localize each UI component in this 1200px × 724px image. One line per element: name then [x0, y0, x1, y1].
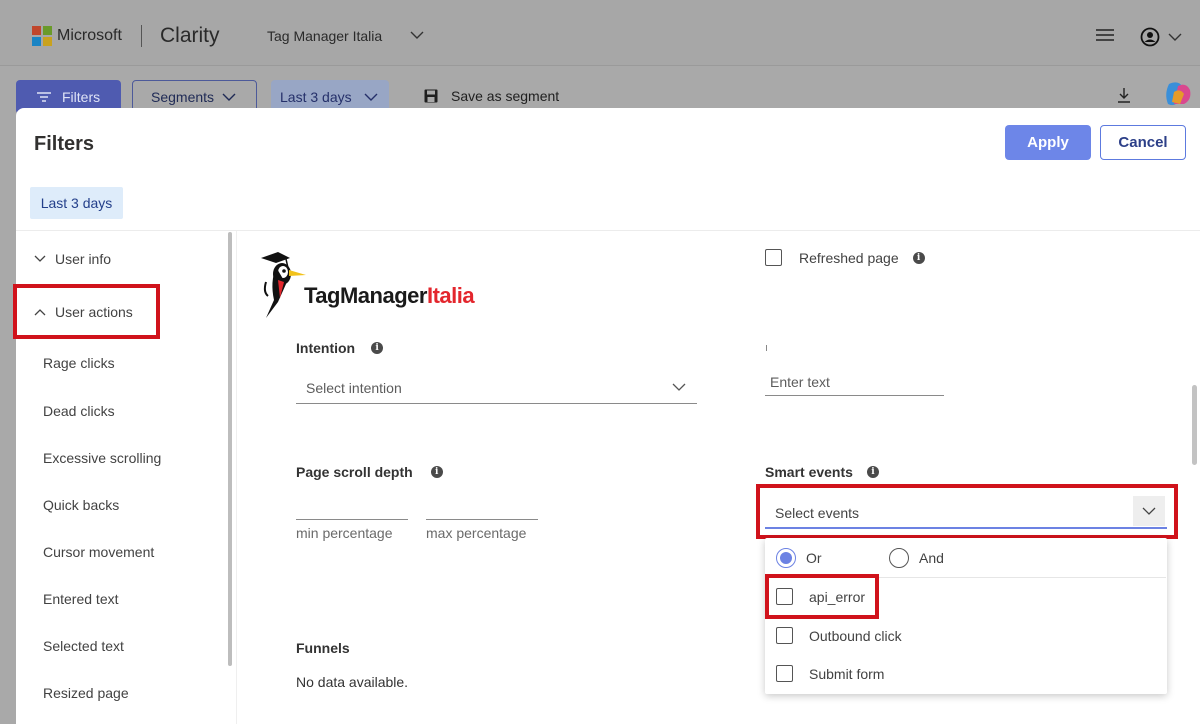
text-input[interactable]: Enter text	[765, 365, 944, 396]
scroll-depth-label: Page scroll depth i	[296, 464, 443, 480]
list-item[interactable]: Outbound click	[776, 627, 902, 644]
or-radio-label: Or	[806, 550, 822, 566]
sidebar-item-dead-clicks[interactable]: Dead clicks	[43, 403, 115, 419]
chevron-down-icon	[222, 93, 236, 101]
scroll-depth-label-text: Page scroll depth	[296, 464, 413, 480]
project-selector[interactable]: Tag Manager Italia	[267, 28, 382, 44]
intention-placeholder: Select intention	[306, 380, 402, 396]
brand-name: Microsoft	[57, 27, 122, 44]
logo-text-dark: TagManager	[304, 283, 427, 308]
refreshed-page-label: Refreshed page i	[799, 250, 925, 266]
chevron-down-icon[interactable]	[1168, 32, 1182, 42]
sidebar-item-rage-clicks[interactable]: Rage clicks	[43, 355, 115, 371]
intention-label: Intention i	[296, 340, 384, 356]
max-percentage-input[interactable]	[426, 519, 538, 520]
funnels-empty-text: No data available.	[296, 674, 409, 690]
save-as-segment-button[interactable]: Save as segment	[424, 88, 559, 104]
date-range-chip[interactable]: Last 3 days	[30, 187, 123, 219]
sidebar-divider	[236, 231, 237, 724]
max-percentage-label: max percentage	[426, 525, 527, 541]
brand-divider	[141, 25, 142, 47]
sidebar-item-user-info[interactable]: User info	[34, 251, 111, 267]
panel-divider	[16, 230, 1200, 231]
info-icon[interactable]: i	[866, 466, 879, 478]
product-name[interactable]: Clarity	[160, 24, 220, 48]
smart-events-dropdown[interactable]: Select events	[765, 494, 1167, 529]
intention-label-text: Intention	[296, 340, 356, 356]
sidebar-item-selected-text[interactable]: Selected text	[43, 638, 124, 654]
filter-icon	[37, 92, 51, 102]
sidebar-item-resized-page[interactable]: Resized page	[43, 685, 129, 701]
woodpecker-logo-icon	[261, 252, 306, 318]
panel-title: Filters	[34, 133, 95, 155]
tagmanager-logo-text: TagManagerItalia	[304, 283, 475, 309]
sidebar-scrollbar[interactable]	[228, 232, 232, 666]
info-icon[interactable]: i	[912, 252, 925, 264]
info-icon[interactable]: i	[371, 342, 384, 354]
main-scrollbar[interactable]	[1192, 385, 1197, 465]
chevron-down-icon	[672, 383, 686, 391]
list-item[interactable]: Submit form	[776, 665, 884, 682]
chevron-down-icon	[34, 255, 46, 262]
or-radio[interactable]	[776, 548, 796, 568]
chevron-up-icon	[34, 309, 46, 316]
list-item[interactable]: api_error	[776, 588, 865, 605]
refreshed-page-text: Refreshed page	[799, 250, 899, 266]
or-radio-option[interactable]: Or	[776, 548, 822, 568]
save-icon	[424, 89, 438, 103]
and-radio-label: And	[919, 550, 944, 566]
chevron-down-icon	[364, 93, 378, 101]
outbound-click-checkbox[interactable]	[776, 627, 793, 644]
field-underline	[765, 395, 944, 396]
smart-events-placeholder: Select events	[775, 505, 860, 521]
menu-icon[interactable]	[1096, 28, 1114, 42]
sidebar-item-label: User info	[55, 251, 112, 267]
funnels-label: Funnels	[296, 640, 350, 656]
and-radio-option[interactable]: And	[889, 548, 944, 568]
apply-button[interactable]: Apply	[1005, 125, 1091, 160]
download-icon[interactable]	[1117, 87, 1131, 103]
sidebar-item-quick-backs[interactable]: Quick backs	[43, 497, 119, 513]
api-error-checkbox[interactable]	[776, 588, 793, 605]
sidebar-item-label: User actions	[55, 304, 133, 320]
sidebar-item-user-actions[interactable]: User actions	[34, 304, 133, 320]
refreshed-page-checkbox[interactable]	[765, 249, 782, 266]
copilot-icon[interactable]	[1164, 80, 1192, 108]
dropdown-toggle[interactable]	[1133, 496, 1165, 526]
smart-events-label-text: Smart events	[765, 464, 853, 480]
info-icon[interactable]: i	[430, 466, 443, 478]
segments-button-label: Segments	[151, 89, 215, 105]
field-underline	[296, 403, 697, 404]
date-range-label: Last 3 days	[280, 89, 352, 105]
min-percentage-label: min percentage	[296, 525, 393, 541]
list-item-label: api_error	[809, 588, 866, 605]
sidebar-item-cursor-movement[interactable]: Cursor movement	[43, 544, 154, 560]
filters-button-label: Filters	[62, 89, 101, 105]
save-as-segment-label: Save as segment	[451, 88, 560, 104]
chevron-down-icon[interactable]	[410, 30, 424, 40]
chevron-down-icon	[1142, 507, 1156, 515]
logo-text-red: Italia	[426, 283, 475, 308]
intention-dropdown[interactable]: Select intention	[296, 372, 697, 404]
min-percentage-input[interactable]	[296, 519, 408, 520]
cancel-button[interactable]: Cancel	[1100, 125, 1186, 160]
list-item-label: Submit form	[809, 665, 885, 682]
sidebar-item-excessive-scrolling[interactable]: Excessive scrolling	[43, 450, 161, 466]
submit-form-checkbox[interactable]	[776, 665, 793, 682]
partial-label-mark	[766, 345, 767, 351]
sidebar-item-entered-text[interactable]: Entered text	[43, 591, 119, 607]
account-icon[interactable]	[1140, 27, 1160, 47]
text-input-placeholder: Enter text	[770, 374, 830, 390]
microsoft-logo-icon	[32, 26, 52, 46]
field-underline-active	[765, 527, 1167, 529]
smart-events-label: Smart events i	[765, 464, 879, 480]
list-item-label: Outbound click	[809, 627, 902, 644]
and-radio[interactable]	[889, 548, 909, 568]
